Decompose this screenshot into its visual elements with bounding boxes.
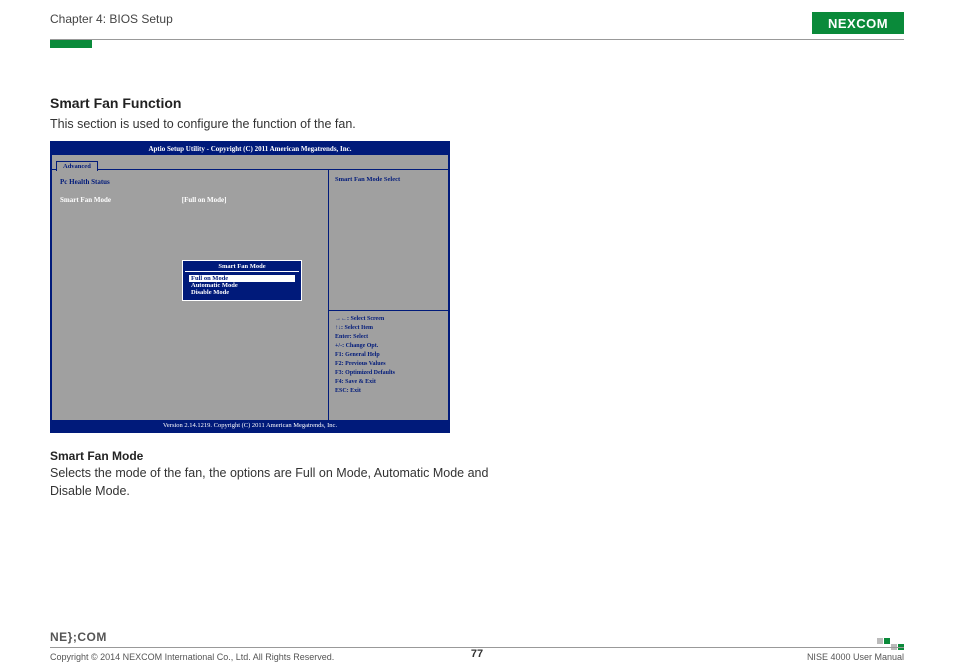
bios-screenshot: Aptio Setup Utility - Copyright (C) 2011… — [50, 141, 450, 433]
content-area: Smart Fan Function This section is used … — [50, 95, 904, 500]
chapter-title: Chapter 4: BIOS Setup — [50, 12, 173, 26]
bios-help-line: F3: Optimized Defaults — [335, 369, 442, 378]
bios-sfm-value: [Full on Mode] — [182, 196, 227, 204]
bios-help-line: F2: Previous Values — [335, 360, 442, 369]
bios-popup-body: Full on Mode Automatic Mode Disable Mode — [185, 273, 299, 298]
bios-help-line: +/-: Change Opt. — [335, 342, 442, 351]
bios-right-pane: Smart Fan Mode Select →←: Select Screen … — [328, 170, 448, 420]
bios-tabs: Advanced — [52, 155, 448, 169]
bios-sfm-label: Smart Fan Mode — [60, 196, 180, 204]
bios-help-line: F4: Save & Exit — [335, 378, 442, 387]
section-title: Smart Fan Function — [50, 95, 904, 111]
bios-popup-title: Smart Fan Mode — [185, 263, 299, 272]
bios-popup-option[interactable]: Automatic Mode — [189, 282, 295, 289]
sub-title: Smart Fan Mode — [50, 449, 904, 463]
bios-popup: Smart Fan Mode Full on Mode Automatic Mo… — [182, 260, 302, 301]
page-header: Chapter 4: BIOS Setup NEXCOM — [50, 12, 904, 40]
bios-left-heading: Pc Health Status — [60, 178, 320, 186]
bios-popup-option-selected[interactable]: Full on Mode — [189, 275, 295, 282]
bios-sfm-row[interactable]: Smart Fan Mode [Full on Mode] — [60, 196, 320, 204]
bios-help-line: →←: Select Screen — [335, 315, 442, 324]
bios-popup-option[interactable]: Disable Mode — [189, 289, 295, 296]
bios-footer: Version 2.14.1219. Copyright (C) 2011 Am… — [52, 420, 448, 431]
bios-help-line: ESC: Exit — [335, 387, 442, 396]
bios-help-line: ↑↓: Select Item — [335, 324, 442, 333]
bios-left-pane: Pc Health Status Smart Fan Mode [Full on… — [52, 170, 328, 420]
footer-squares-icon — [877, 638, 904, 644]
footer-logo: NE};COM — [50, 630, 107, 644]
bios-body: Pc Health Status Smart Fan Mode [Full on… — [52, 169, 448, 420]
sub-desc: Selects the mode of the fan, the options… — [50, 465, 490, 500]
footer-logo-row: NE};COM — [50, 630, 904, 644]
page-number: 77 — [0, 648, 954, 660]
bios-help-keys: →←: Select Screen ↑↓: Select Item Enter:… — [329, 310, 448, 420]
accent-bar — [50, 40, 92, 48]
bios-titlebar: Aptio Setup Utility - Copyright (C) 2011… — [52, 143, 448, 155]
bios-help-line: Enter: Select — [335, 333, 442, 342]
bios-help-title: Smart Fan Mode Select — [329, 170, 448, 310]
section-desc: This section is used to configure the fu… — [50, 117, 904, 131]
brand-logo: NEXCOM — [812, 12, 904, 34]
bios-help-line: F1: General Help — [335, 351, 442, 360]
